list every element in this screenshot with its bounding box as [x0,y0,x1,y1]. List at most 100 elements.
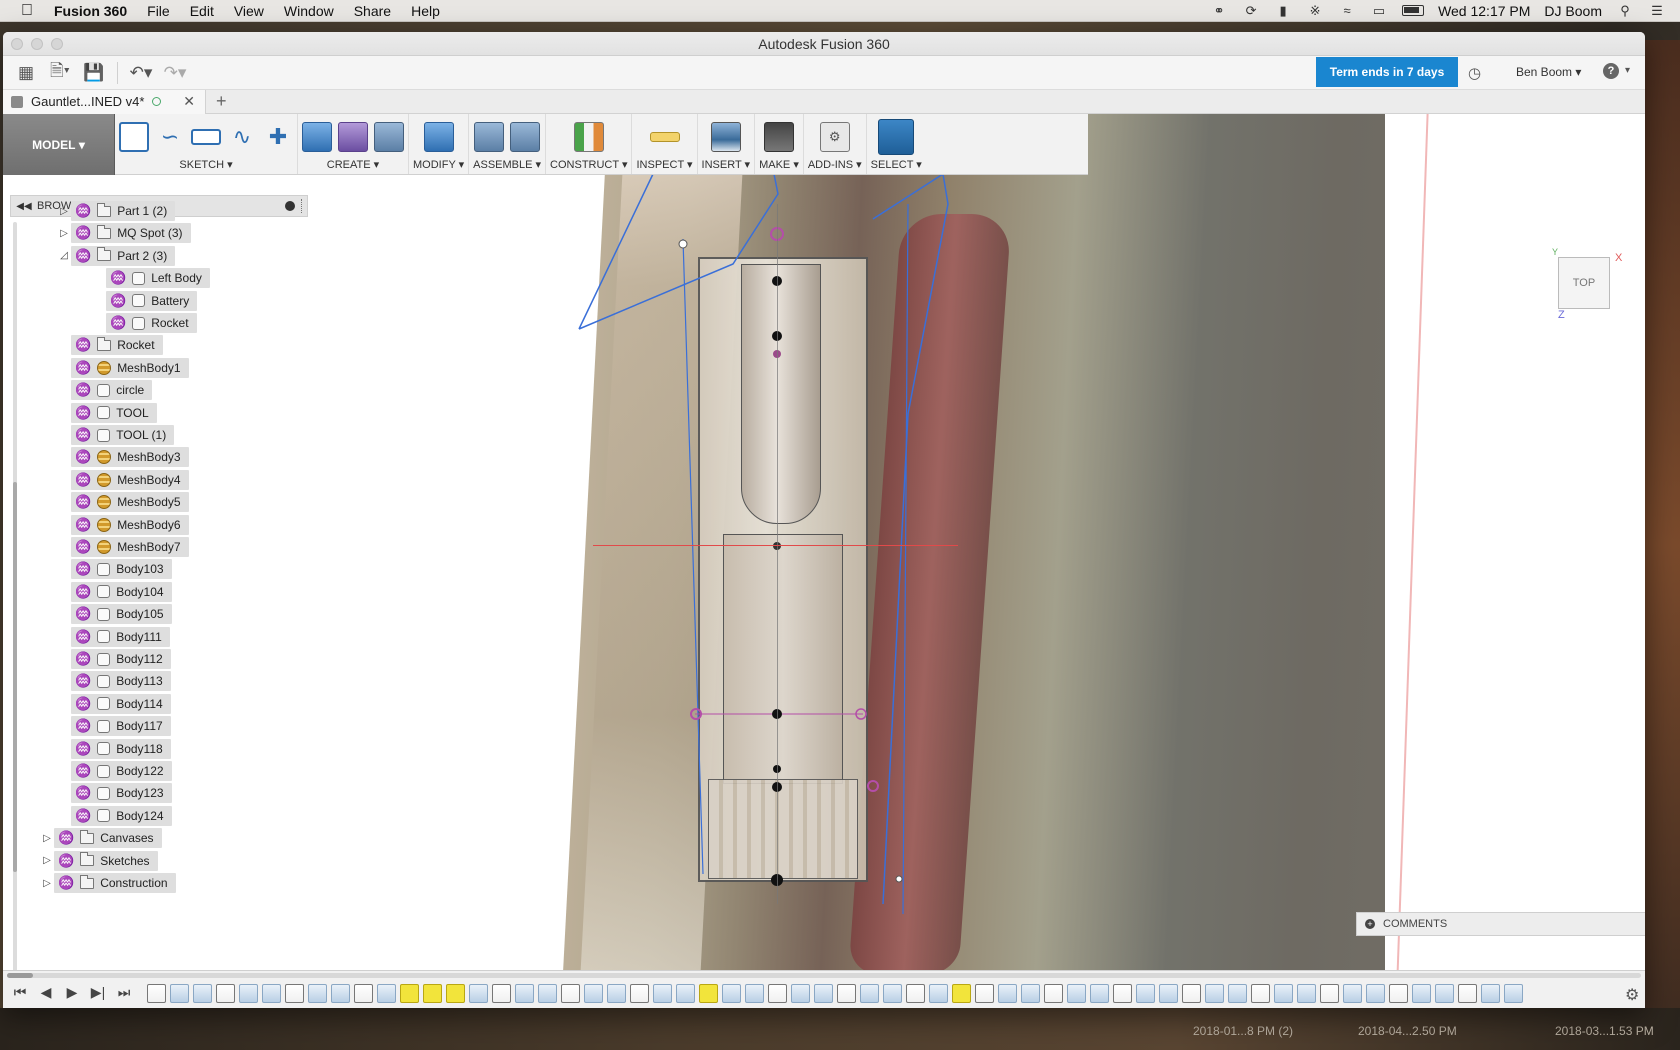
browser-tree-row[interactable]: ♒ MeshBody5 [57,491,189,513]
browser-tree-row[interactable]: ♒ Body118 [57,738,171,760]
visibility-bulb-icon[interactable]: ♒ [75,606,91,622]
close-tab-icon[interactable]: ✕ [183,93,195,110]
timeline-feature-icon[interactable] [791,984,810,1003]
sync-icon[interactable]: ⟳ [1242,3,1260,18]
browser-tree-row[interactable]: ♒ Body105 [57,603,172,625]
expand-node-icon[interactable]: ▷ [57,228,71,239]
browser-item[interactable]: ♒ Sketches [54,850,158,871]
visibility-bulb-icon[interactable]: ♒ [75,539,91,555]
canvas-right-empty-area[interactable] [1385,114,1645,1007]
attached-canvas-icon[interactable] [710,122,741,152]
timeline-feature-icon[interactable] [147,984,166,1003]
timeline-feature-icon[interactable] [1021,984,1040,1003]
step-back-icon[interactable]: ◀ [37,984,55,1001]
airplay-icon[interactable]: ▭ [1370,3,1388,18]
undo-icon[interactable]: ↶▾ [124,59,158,87]
add-comment-icon[interactable]: + [1365,919,1375,929]
browser-item[interactable]: ♒ MeshBody6 [71,514,189,535]
visibility-bulb-icon[interactable]: ♒ [110,270,126,286]
timeline-feature-icon[interactable] [193,984,212,1003]
spotlight-search-icon[interactable]: ⚲ [1616,3,1634,18]
timeline-feature-icon[interactable] [676,984,695,1003]
window-titlebar[interactable]: Autodesk Fusion 360 [3,32,1645,56]
browser-tree-row[interactable]: ♒ Body113 [57,670,171,692]
timeline-feature-icon[interactable] [630,984,649,1003]
browser-item[interactable]: ♒ Body105 [71,604,172,625]
extrude-icon[interactable] [302,122,332,152]
browser-tree-row[interactable]: ▷ ♒ Canvases [40,827,162,849]
apple-menu-icon[interactable]:  [0,2,54,20]
timeline-feature-icon[interactable] [952,984,971,1003]
browser-tree-row[interactable]: ♒ Body124 [57,805,172,827]
visibility-bulb-icon[interactable]: ♒ [110,293,126,309]
timeline-feature-icon[interactable] [1412,984,1431,1003]
visibility-bulb-icon[interactable]: ♒ [75,763,91,779]
step-forward-icon[interactable]: ▶| [89,984,107,1001]
browser-item[interactable]: ♒ MeshBody1 [71,357,189,378]
browser-item[interactable]: ♒ MeshBody5 [71,492,189,513]
expand-node-icon[interactable]: ▷ [40,878,54,889]
browser-item[interactable]: ♒ Left Body [106,268,210,289]
browser-tree-row[interactable]: ▷ ♒ Construction [40,872,176,894]
ribbon-make-menu[interactable]: MAKE ▾ [759,158,799,171]
redo-icon[interactable]: ↷▾ [158,59,192,87]
new-tab-plus-icon[interactable]: + [206,91,237,112]
browser-item[interactable]: ♒ Rocket [106,313,197,333]
timeline-feature-icon[interactable] [1067,984,1086,1003]
bluetooth-icon[interactable]: ※ [1306,3,1324,18]
timeline-feature-icon[interactable] [1435,984,1454,1003]
visibility-bulb-icon[interactable]: ♒ [75,449,91,465]
ribbon-assemble-menu[interactable]: ASSEMBLE ▾ [473,158,541,171]
timeline-feature-icon[interactable] [883,984,902,1003]
browser-item[interactable]: ♒ Body122 [71,761,172,781]
timeline-feature-icon[interactable] [998,984,1017,1003]
timeline-scrollbar-thumb[interactable] [7,973,33,978]
timeline-feature-icon[interactable] [170,984,189,1003]
ribbon-select-menu[interactable]: SELECT ▾ [871,158,922,171]
timeline-feature-icon[interactable] [607,984,626,1003]
revolve-icon[interactable] [374,122,404,152]
visibility-bulb-icon[interactable]: ♒ [75,718,91,734]
play-icon[interactable]: ▶ [63,984,81,1001]
timeline-feature-icon[interactable] [837,984,856,1003]
expand-node-icon[interactable]: ▷ [40,833,54,844]
timeline-feature-icon[interactable] [699,984,718,1003]
timeline-feature-icon[interactable] [515,984,534,1003]
document-tab[interactable]: Gauntlet...INED v4* ✕ [3,89,206,114]
go-to-end-icon[interactable]: ⏭ [115,984,133,1001]
file-menu-icon[interactable]: 🗎▾ [43,59,77,87]
visibility-bulb-icon[interactable]: ♒ [75,472,91,488]
rectangle-tool-icon[interactable] [191,129,221,145]
visibility-bulb-icon[interactable]: ♒ [75,584,91,600]
timeline-feature-icon[interactable] [768,984,787,1003]
timeline-feature-icon[interactable] [446,984,465,1003]
timeline-feature-icon[interactable] [653,984,672,1003]
browser-item[interactable]: ♒ MeshBody7 [71,537,189,557]
browser-tree-row[interactable]: ♒ Battery [92,290,198,312]
timeline-feature-icon[interactable] [492,984,511,1003]
ribbon-create-menu[interactable]: CREATE ▾ [327,158,379,171]
timeline-settings-gear-icon[interactable]: ⚙ [1625,985,1639,1005]
timeline-feature-icon[interactable] [1297,984,1316,1003]
visibility-bulb-icon[interactable]: ♒ [75,651,91,667]
timeline-feature-icon[interactable] [722,984,741,1003]
joint-icon[interactable] [510,122,541,152]
timeline-feature-icon[interactable] [906,984,925,1003]
timeline-feature-icon[interactable] [400,984,419,1003]
timeline-feature-icon[interactable] [1228,984,1247,1003]
browser-tree-row[interactable]: ♒ Body112 [57,648,171,670]
browser-item[interactable]: ♒ Body123 [71,783,172,804]
menu-edit[interactable]: Edit [180,3,224,19]
visibility-bulb-icon[interactable]: ♒ [75,405,91,421]
collapse-node-icon[interactable]: ◿ [57,250,71,261]
timeline-feature-icon[interactable] [1343,984,1362,1003]
offset-plane-icon[interactable] [573,122,604,152]
select-cursor-icon[interactable] [878,119,915,155]
timeline-feature-icon[interactable] [239,984,258,1003]
browser-item[interactable]: ♒ MeshBody3 [71,447,189,468]
browser-item[interactable]: ♒ Rocket [71,335,163,356]
desktop-file-label[interactable]: 2018-04...2.50 PM [1358,1024,1457,1038]
timeline-feature-icon[interactable] [1320,984,1339,1003]
ribbon-sketch-menu[interactable]: SKETCH ▾ [179,158,232,171]
browser-item[interactable]: ♒ Canvases [54,828,162,849]
